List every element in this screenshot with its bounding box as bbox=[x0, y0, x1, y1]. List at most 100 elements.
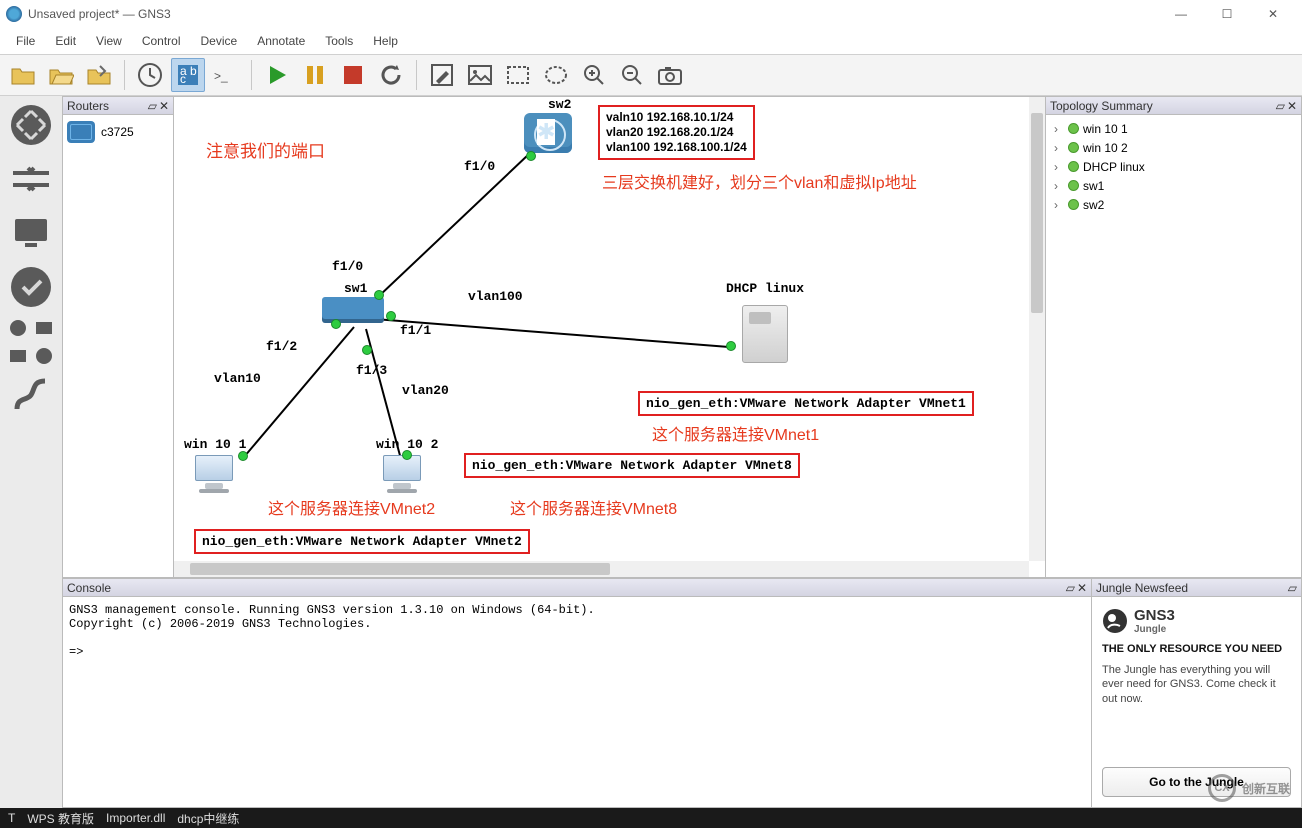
save-project-icon[interactable] bbox=[82, 58, 116, 92]
vlan-info-box: valn10 192.168.10.1/24 vlan20 192.168.20… bbox=[598, 105, 755, 160]
menu-device[interactable]: Device bbox=[191, 30, 248, 52]
all-devices-icon[interactable] bbox=[6, 316, 30, 340]
all-devices-icon-4[interactable] bbox=[32, 344, 56, 368]
jungle-headline: THE ONLY RESOURCE YOU NEED bbox=[1102, 643, 1291, 655]
status-dot-icon bbox=[1068, 199, 1079, 210]
minimize-button[interactable]: — bbox=[1158, 0, 1204, 28]
taskbar-item[interactable]: Importer.dll bbox=[106, 811, 165, 825]
node-win10-2[interactable] bbox=[380, 455, 424, 495]
jungle-sub: Jungle bbox=[1134, 624, 1175, 635]
menu-file[interactable]: File bbox=[6, 30, 45, 52]
topology-item-label: win 10 1 bbox=[1083, 122, 1128, 136]
menu-control[interactable]: Control bbox=[132, 30, 191, 52]
port-dot bbox=[331, 319, 341, 329]
topology-item-label: DHCP linux bbox=[1083, 160, 1145, 174]
topology-summary-title: Topology Summary bbox=[1050, 99, 1153, 113]
status-dot-icon bbox=[1068, 142, 1079, 153]
console-panel-title: Console bbox=[67, 581, 111, 595]
app-icon bbox=[6, 6, 22, 22]
vlan-line-2: vlan20 192.168.20.1/24 bbox=[606, 125, 747, 140]
console-icon[interactable]: >_ bbox=[209, 58, 243, 92]
screenshot-icon[interactable] bbox=[653, 58, 687, 92]
port-dot bbox=[402, 450, 412, 460]
port-dot bbox=[362, 345, 372, 355]
end-devices-category-icon[interactable] bbox=[6, 208, 56, 258]
topology-tree: ›win 10 1 ›win 10 2 ›DHCP linux ›sw1 ›sw… bbox=[1046, 115, 1301, 218]
menu-bar: File Edit View Control Device Annotate T… bbox=[0, 28, 1302, 54]
insert-image-icon[interactable] bbox=[463, 58, 497, 92]
ellipse-icon[interactable] bbox=[539, 58, 573, 92]
taskbar-item[interactable]: dhcp中继练 bbox=[177, 810, 239, 827]
stop-all-icon[interactable] bbox=[336, 58, 370, 92]
label-sw1: sw1 bbox=[344, 281, 367, 296]
node-win10-1[interactable] bbox=[192, 455, 236, 495]
canvas-scrollbar-horizontal[interactable] bbox=[174, 561, 1029, 577]
all-devices-icon-2[interactable] bbox=[32, 316, 56, 340]
menu-annotate[interactable]: Annotate bbox=[247, 30, 315, 52]
router-item[interactable]: c3725 bbox=[63, 115, 173, 149]
node-dhcp-linux[interactable] bbox=[742, 305, 788, 363]
new-project-icon[interactable] bbox=[6, 58, 40, 92]
topology-item[interactable]: ›sw1 bbox=[1050, 176, 1297, 195]
left-spacer bbox=[0, 578, 62, 808]
switches-category-icon[interactable] bbox=[6, 154, 56, 204]
node-sw2[interactable] bbox=[524, 113, 572, 153]
undock-icon[interactable]: ▱ bbox=[1276, 99, 1285, 113]
router-item-label: c3725 bbox=[101, 125, 134, 139]
label-vlan20: vlan20 bbox=[402, 383, 449, 398]
rectangle-icon[interactable] bbox=[501, 58, 535, 92]
port-dot bbox=[374, 290, 384, 300]
topology-item[interactable]: ›win 10 2 bbox=[1050, 138, 1297, 157]
topology-canvas[interactable]: 注意我们的端口 valn10 192.168.10.1/24 vlan20 19… bbox=[174, 96, 1046, 578]
menu-edit[interactable]: Edit bbox=[45, 30, 86, 52]
annotation-vmnet2: 这个服务器连接VMnet2 bbox=[268, 495, 435, 519]
watermark: CX 创新互联 bbox=[1208, 774, 1290, 802]
security-category-icon[interactable] bbox=[6, 262, 56, 312]
console-panel: Console ▱✕ GNS3 management console. Runn… bbox=[62, 578, 1092, 808]
console-output[interactable]: GNS3 management console. Running GNS3 ve… bbox=[63, 597, 1091, 807]
routers-category-icon[interactable] bbox=[6, 100, 56, 150]
canvas-scrollbar-vertical[interactable] bbox=[1029, 97, 1045, 561]
label-dhcp: DHCP linux bbox=[726, 281, 804, 296]
pause-all-icon[interactable] bbox=[298, 58, 332, 92]
label-vlan100: vlan100 bbox=[468, 289, 523, 304]
undock-icon[interactable]: ▱ bbox=[1288, 581, 1297, 595]
undock-icon[interactable]: ▱ bbox=[148, 99, 157, 113]
menu-view[interactable]: View bbox=[86, 30, 132, 52]
window-title: Unsaved project* — GNS3 bbox=[28, 7, 1158, 21]
zoom-in-icon[interactable] bbox=[577, 58, 611, 92]
topology-item[interactable]: ›sw2 bbox=[1050, 195, 1297, 214]
label-f10-top: f1/0 bbox=[464, 159, 495, 174]
panel-close-icon[interactable]: ✕ bbox=[1077, 581, 1087, 595]
node-sw1[interactable] bbox=[322, 297, 384, 319]
topology-item[interactable]: ›DHCP linux bbox=[1050, 157, 1297, 176]
jungle-text: The Jungle has everything you will ever … bbox=[1102, 663, 1291, 706]
show-interfaces-icon[interactable]: a bc bbox=[171, 58, 205, 92]
jungle-panel-header: Jungle Newsfeed ▱ bbox=[1092, 579, 1301, 597]
annotate-icon[interactable] bbox=[425, 58, 459, 92]
open-project-icon[interactable] bbox=[44, 58, 78, 92]
topology-item[interactable]: ›win 10 1 bbox=[1050, 119, 1297, 138]
reload-all-icon[interactable] bbox=[374, 58, 408, 92]
router-icon bbox=[67, 121, 95, 143]
taskbar-item[interactable]: WPS 教育版 bbox=[27, 810, 94, 827]
zoom-out-icon[interactable] bbox=[615, 58, 649, 92]
taskbar-item[interactable]: T bbox=[8, 811, 15, 825]
undock-icon[interactable]: ▱ bbox=[1066, 581, 1075, 595]
menu-tools[interactable]: Tools bbox=[315, 30, 363, 52]
annotation-l3: 三层交换机建好，划分三个vlan和虚拟Ip地址 bbox=[602, 169, 917, 193]
main-toolbar: a bc >_ bbox=[0, 54, 1302, 96]
add-link-icon[interactable] bbox=[6, 372, 56, 422]
start-all-icon[interactable] bbox=[260, 58, 294, 92]
panel-close-icon[interactable]: ✕ bbox=[1287, 99, 1297, 113]
menu-help[interactable]: Help bbox=[363, 30, 408, 52]
all-devices-icon-3[interactable] bbox=[6, 344, 30, 368]
label-f13: f1/3 bbox=[356, 363, 387, 378]
snapshot-icon[interactable] bbox=[133, 58, 167, 92]
close-button[interactable]: ✕ bbox=[1250, 0, 1296, 28]
window-titlebar: Unsaved project* — GNS3 — ☐ ✕ bbox=[0, 0, 1302, 28]
maximize-button[interactable]: ☐ bbox=[1204, 0, 1250, 28]
panel-close-icon[interactable]: ✕ bbox=[159, 99, 169, 113]
topology-item-label: sw1 bbox=[1083, 179, 1104, 193]
routers-panel: Routers ▱✕ c3725 bbox=[62, 96, 174, 578]
